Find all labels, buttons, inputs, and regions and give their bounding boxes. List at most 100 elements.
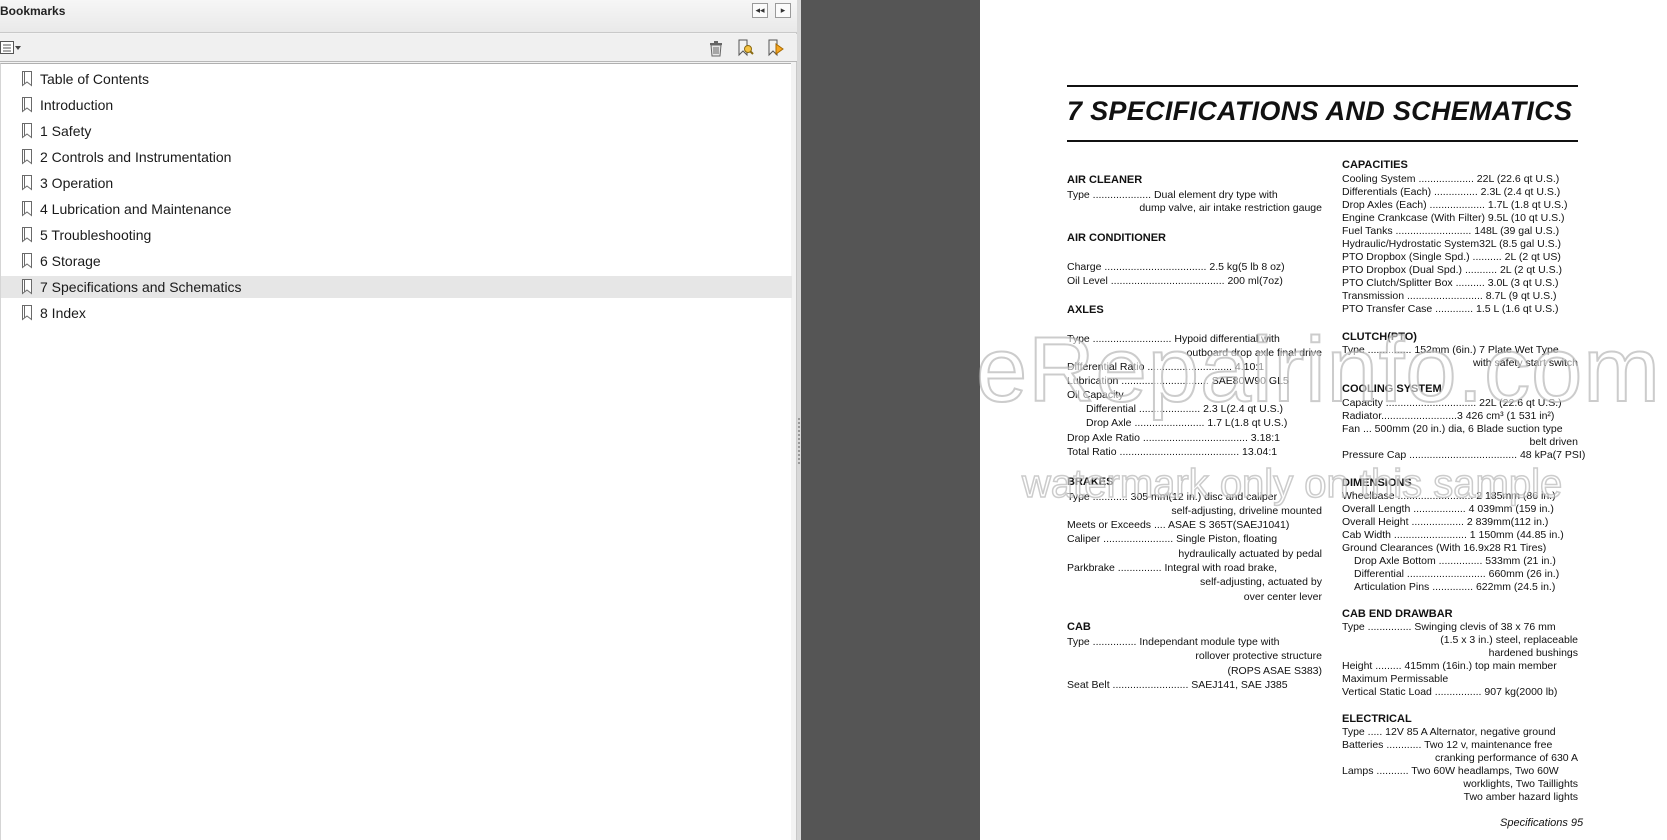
options-menu-icon[interactable]: [0, 39, 24, 59]
bookmark-operation[interactable]: 3 Operation: [1, 172, 792, 194]
bookmark-label: 6 Storage: [40, 253, 101, 269]
spec-line: Total Ratio ............................…: [1067, 446, 1278, 458]
spec-line: Meets or Exceeds .... ASAE S 365T(SAEJ10…: [1067, 519, 1290, 531]
spec-line: Lubrication ............................…: [1067, 375, 1289, 387]
section-heading: COOLING SYSTEM: [1342, 383, 1442, 395]
spec-line: Batteries ............ Two 12 v, mainten…: [1342, 739, 1553, 751]
bookmark-icon: [22, 97, 32, 113]
spec-line: Type ............... Swinging clevis of …: [1342, 621, 1556, 633]
spec-line: Fan ... 500mm (20 in.) dia, 6 Blade suct…: [1342, 423, 1563, 435]
trash-icon[interactable]: [706, 38, 726, 58]
spec-line: Drop Axle Bottom ............... 533mm (…: [1354, 555, 1556, 567]
expand-panel-button[interactable]: ▸: [775, 3, 791, 18]
spec-line: Height ......... 415mm (16in.) top main …: [1342, 660, 1557, 672]
spec-line: Drop Axle Ratio ........................…: [1067, 432, 1280, 444]
spec-line: self-adjusting, driveline mounted: [1171, 505, 1322, 517]
bookmark-table-of-contents[interactable]: Table of Contents: [1, 68, 792, 90]
spec-line: Hydraulic/Hydrostatic System32L (8.5 gal…: [1342, 238, 1562, 250]
bookmark-label: 8 Index: [40, 305, 86, 321]
spec-line: Vertical Static Load ................ 90…: [1342, 686, 1558, 698]
bookmark-icon: [22, 279, 32, 295]
bookmark-label: 4 Lubrication and Maintenance: [40, 201, 232, 217]
spec-line: Type ............ 305 mm(12 in.) disc an…: [1067, 491, 1278, 503]
bookmarks-toolbar: [0, 34, 797, 62]
spec-line: PTO Dropbox (Dual Spd.) ........... 2L (…: [1342, 264, 1562, 276]
find-bookmark-icon[interactable]: [735, 38, 755, 58]
spec-line: Oil Capacity: [1067, 389, 1124, 401]
section-heading: CAB END DRAWBAR: [1342, 608, 1453, 620]
bookmark-label: 3 Operation: [40, 175, 114, 191]
spec-line: Caliper ........................ Single …: [1067, 533, 1278, 545]
page-title: 7 SPECIFICATIONS AND SCHEMATICS: [1067, 96, 1573, 126]
bookmark-storage[interactable]: 6 Storage: [1, 250, 792, 272]
spec-line: over center lever: [1243, 591, 1322, 603]
spec-line: Charge .................................…: [1067, 261, 1285, 273]
bookmark-icon: [22, 201, 32, 217]
bookmark-specifications[interactable]: 7 Specifications and Schematics: [1, 276, 792, 298]
spec-line: Type ..... 12V 85 A Alternator, negative…: [1342, 726, 1556, 738]
spec-line: belt driven: [1529, 436, 1578, 448]
spec-line: Differential Ratio .....................…: [1067, 361, 1265, 373]
spec-line: Type ........................... Hypoid …: [1067, 333, 1280, 345]
spec-line: Transmission .......................... …: [1342, 290, 1557, 302]
spec-line: Lamps ........... Two 60W headlamps, Two…: [1342, 765, 1559, 777]
bookmark-troubleshooting[interactable]: 5 Troubleshooting: [1, 224, 792, 246]
section-heading: DIMENSIONS: [1342, 477, 1412, 489]
bookmark-label: 2 Controls and Instrumentation: [40, 149, 232, 165]
spec-line: PTO Transfer Case ............. 1.5 L (1…: [1342, 303, 1559, 315]
bookmark-label: Table of Contents: [40, 71, 149, 87]
spec-line: Type .................... Dual element d…: [1067, 189, 1278, 201]
spec-line: dump valve, air intake restriction gauge: [1139, 202, 1322, 214]
spec-line: Pressure Cap ...........................…: [1342, 449, 1586, 461]
spec-line: Engine Crankcase (With Filter) 9.5L (10 …: [1342, 212, 1565, 224]
section-heading: AIR CLEANER: [1067, 174, 1143, 186]
bookmark-icon: [22, 123, 32, 139]
spec-line: PTO Clutch/Splitter Box .......... 3.0L …: [1342, 277, 1559, 289]
spec-line: self-adjusting, actuated by: [1200, 576, 1322, 588]
title-rule-top: [1067, 85, 1578, 87]
bookmark-controls[interactable]: 2 Controls and Instrumentation: [1, 146, 792, 168]
spec-line: Differentials (Each) ............... 2.3…: [1342, 186, 1561, 198]
bookmark-icon: [22, 71, 32, 87]
title-rule-bottom: [1067, 140, 1578, 142]
bookmark-index[interactable]: 8 Index: [1, 302, 792, 324]
splitter-grip[interactable]: [798, 418, 800, 464]
spec-line: Overall Height .................. 2 839m…: [1342, 516, 1549, 528]
spec-line: Fuel Tanks .......................... 14…: [1342, 225, 1560, 237]
spec-line: Cooling System ................... 22L (…: [1342, 173, 1560, 185]
spec-line: PTO Dropbox (Single Spd.) .......... 2L …: [1342, 251, 1561, 263]
spec-line: Parkbrake ............... Integral with …: [1067, 562, 1278, 574]
spec-line: Type ............... 152mm (6in.) 7 Plat…: [1342, 344, 1559, 356]
bookmark-label: Introduction: [40, 97, 114, 113]
section-heading: AIR CONDITIONER: [1067, 232, 1166, 244]
section-heading: ELECTRICAL: [1342, 713, 1412, 725]
bookmark-introduction[interactable]: Introduction: [1, 94, 792, 116]
bookmark-icon: [22, 149, 32, 165]
bookmark-safety[interactable]: 1 Safety: [1, 120, 792, 142]
spec-line: worklights, Two Taillights: [1463, 778, 1578, 790]
section-heading: BRAKES: [1067, 476, 1114, 488]
spec-line: Type ............... Independant module …: [1067, 636, 1280, 648]
spec-line: Wheelbase .......................... 2 1…: [1342, 490, 1556, 502]
document-background: [801, 0, 980, 840]
spec-line: Articulation Pins .............. 622mm (…: [1354, 581, 1556, 593]
section-heading: CLUTCH(PTO): [1342, 331, 1417, 343]
spec-line: Cab Width ......................... 1 15…: [1342, 529, 1564, 541]
document-page: 7 SPECIFICATIONS AND SCHEMATICS AIR CLEA…: [980, 0, 1667, 840]
section-heading: CAPACITIES: [1342, 159, 1408, 171]
spec-line: Drop Axle ........................ 1.7 L…: [1086, 417, 1288, 429]
new-bookmark-icon[interactable]: [765, 38, 785, 58]
panel-title: Bookmarks: [0, 4, 66, 18]
bookmarks-panel: Bookmarks ◂◂ ▸ Table of Contents Introdu…: [0, 0, 797, 840]
panel-header: Bookmarks ◂◂ ▸: [0, 0, 797, 33]
spec-line: Capacity ...............................…: [1342, 397, 1562, 409]
bookmark-label: 1 Safety: [40, 123, 92, 139]
section-heading: CAB: [1067, 621, 1091, 633]
spec-line: hardened bushings: [1488, 647, 1578, 659]
spec-line: cranking performance of 630 A: [1434, 752, 1578, 764]
bookmark-lubrication[interactable]: 4 Lubrication and Maintenance: [1, 198, 792, 220]
spec-line: Overall Length .................. 4 039m…: [1342, 503, 1554, 515]
bookmark-label: 5 Troubleshooting: [40, 227, 152, 243]
collapse-panel-button[interactable]: ◂◂: [752, 3, 768, 18]
spec-line: Maximum Permissable: [1342, 673, 1449, 685]
